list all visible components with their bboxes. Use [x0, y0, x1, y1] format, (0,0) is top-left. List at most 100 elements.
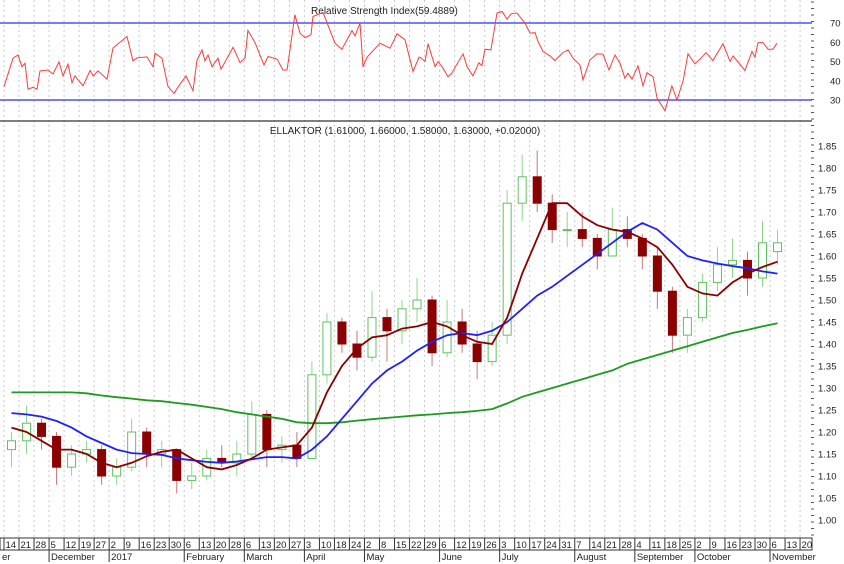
candle: [547, 194, 557, 243]
price-tick-label: 1.50: [818, 296, 837, 307]
month-label: August: [577, 552, 607, 563]
rsi-tick-label: 70: [830, 19, 841, 30]
candle-body: [667, 290, 677, 336]
week-label: 29: [426, 540, 437, 551]
candle-body: [697, 281, 707, 319]
candle-body: [532, 176, 542, 204]
candle-body: [472, 343, 482, 363]
candle: [247, 401, 257, 459]
price-tick-label: 1.25: [818, 406, 837, 417]
candle-body: [322, 321, 332, 376]
month-label: 2017: [111, 552, 132, 563]
candle: [397, 300, 407, 344]
week-label: 16: [726, 540, 737, 551]
candle-body: [547, 202, 557, 231]
candle: [607, 207, 617, 257]
price-tick-label: 1.55: [818, 274, 837, 285]
week-label: 21: [606, 540, 617, 551]
week-label: 24: [546, 540, 557, 551]
month-label: June: [442, 552, 463, 563]
rsi-value: (59.4889): [415, 6, 458, 17]
week-label: 11: [651, 540, 661, 551]
week-label: 28: [231, 540, 242, 551]
candle: [277, 436, 287, 463]
candle: [712, 247, 722, 292]
candle: [427, 295, 437, 366]
price-tick-label: 1.75: [818, 186, 837, 197]
candle-body: [412, 299, 422, 310]
week-label: 19: [81, 540, 92, 551]
week-label: 13: [201, 540, 212, 551]
week-label: 8: [381, 540, 386, 551]
candle: [472, 330, 482, 380]
week-label: 18: [666, 540, 677, 551]
price-title: ELLAKTOR (1.61000, 1.66000, 1.58000, 1.6…: [270, 126, 540, 137]
week-label: 2: [111, 540, 116, 551]
week-label: 26: [486, 540, 497, 551]
x-axis: 14 21 28 5 12 19 27 2 9 16 23 30 6 13 20 28 6 13 20 27 3 10 18…: [0, 537, 816, 563]
candle-body: [7, 440, 16, 451]
month-label: December: [51, 552, 95, 563]
week-label: 6: [772, 540, 777, 551]
week-label: 10: [516, 540, 527, 551]
price-tick-label: 1.05: [818, 494, 837, 505]
candle-body: [773, 242, 783, 253]
candle: [187, 462, 197, 490]
candle-body: [682, 317, 692, 336]
week-label: 14: [6, 540, 17, 551]
week-label: 24: [351, 540, 362, 551]
candle-body: [262, 413, 272, 451]
price-tick-label: 1.15: [818, 450, 837, 461]
candle: [412, 278, 422, 322]
month-label: November: [772, 552, 816, 563]
rsi-tick-label: 50: [830, 57, 841, 68]
candle: [82, 440, 92, 463]
week-label: 2: [366, 540, 371, 551]
week-label: 21: [21, 540, 32, 551]
rsi-tick-label: 40: [830, 76, 841, 87]
candle-body: [382, 317, 392, 332]
candle: [262, 410, 272, 468]
candle: [337, 317, 347, 353]
candle: [773, 229, 783, 265]
candle: [532, 150, 542, 212]
candle-body: [142, 431, 152, 455]
rsi-title: Relative Strength Index: [311, 6, 415, 17]
candle-body: [562, 229, 572, 232]
price-tick-label: 1.40: [818, 340, 837, 351]
week-label: 4: [636, 540, 641, 551]
candle-body: [427, 299, 437, 354]
week-label: 16: [141, 540, 152, 551]
week-label: 20: [802, 540, 813, 551]
rsi-panel: Relative Strength Index (59.4889): [0, 6, 812, 113]
candle: [52, 432, 62, 485]
candle-body: [187, 475, 197, 481]
candle: [322, 313, 332, 384]
price-tick-label: 1.10: [818, 472, 837, 483]
candle-body: [517, 176, 527, 204]
rsi-tick-label: 30: [830, 96, 841, 107]
candle-body: [337, 321, 347, 345]
candle: [142, 427, 152, 468]
candle: [367, 291, 377, 362]
week-label: 3: [501, 540, 506, 551]
month-label: February: [186, 552, 224, 563]
price-tick-label: 1.65: [818, 230, 837, 241]
month-label: October: [697, 552, 731, 563]
week-label: 17: [531, 540, 542, 551]
week-label: 12: [66, 540, 77, 551]
week-label: 30: [757, 540, 768, 551]
week-label: 2: [696, 540, 701, 551]
candle: [758, 220, 767, 287]
week-label: 9: [711, 540, 716, 551]
candle-body: [712, 264, 722, 283]
price-tick-label: 1.60: [818, 252, 837, 263]
week-label: 6: [186, 540, 191, 551]
candle: [232, 440, 242, 476]
candle-body: [37, 422, 47, 437]
candle-body: [652, 255, 662, 292]
rsi-tick-label: 60: [830, 38, 841, 49]
week-label: 27: [291, 540, 302, 551]
week-label: 28: [36, 540, 47, 551]
month-label: April: [306, 552, 325, 563]
